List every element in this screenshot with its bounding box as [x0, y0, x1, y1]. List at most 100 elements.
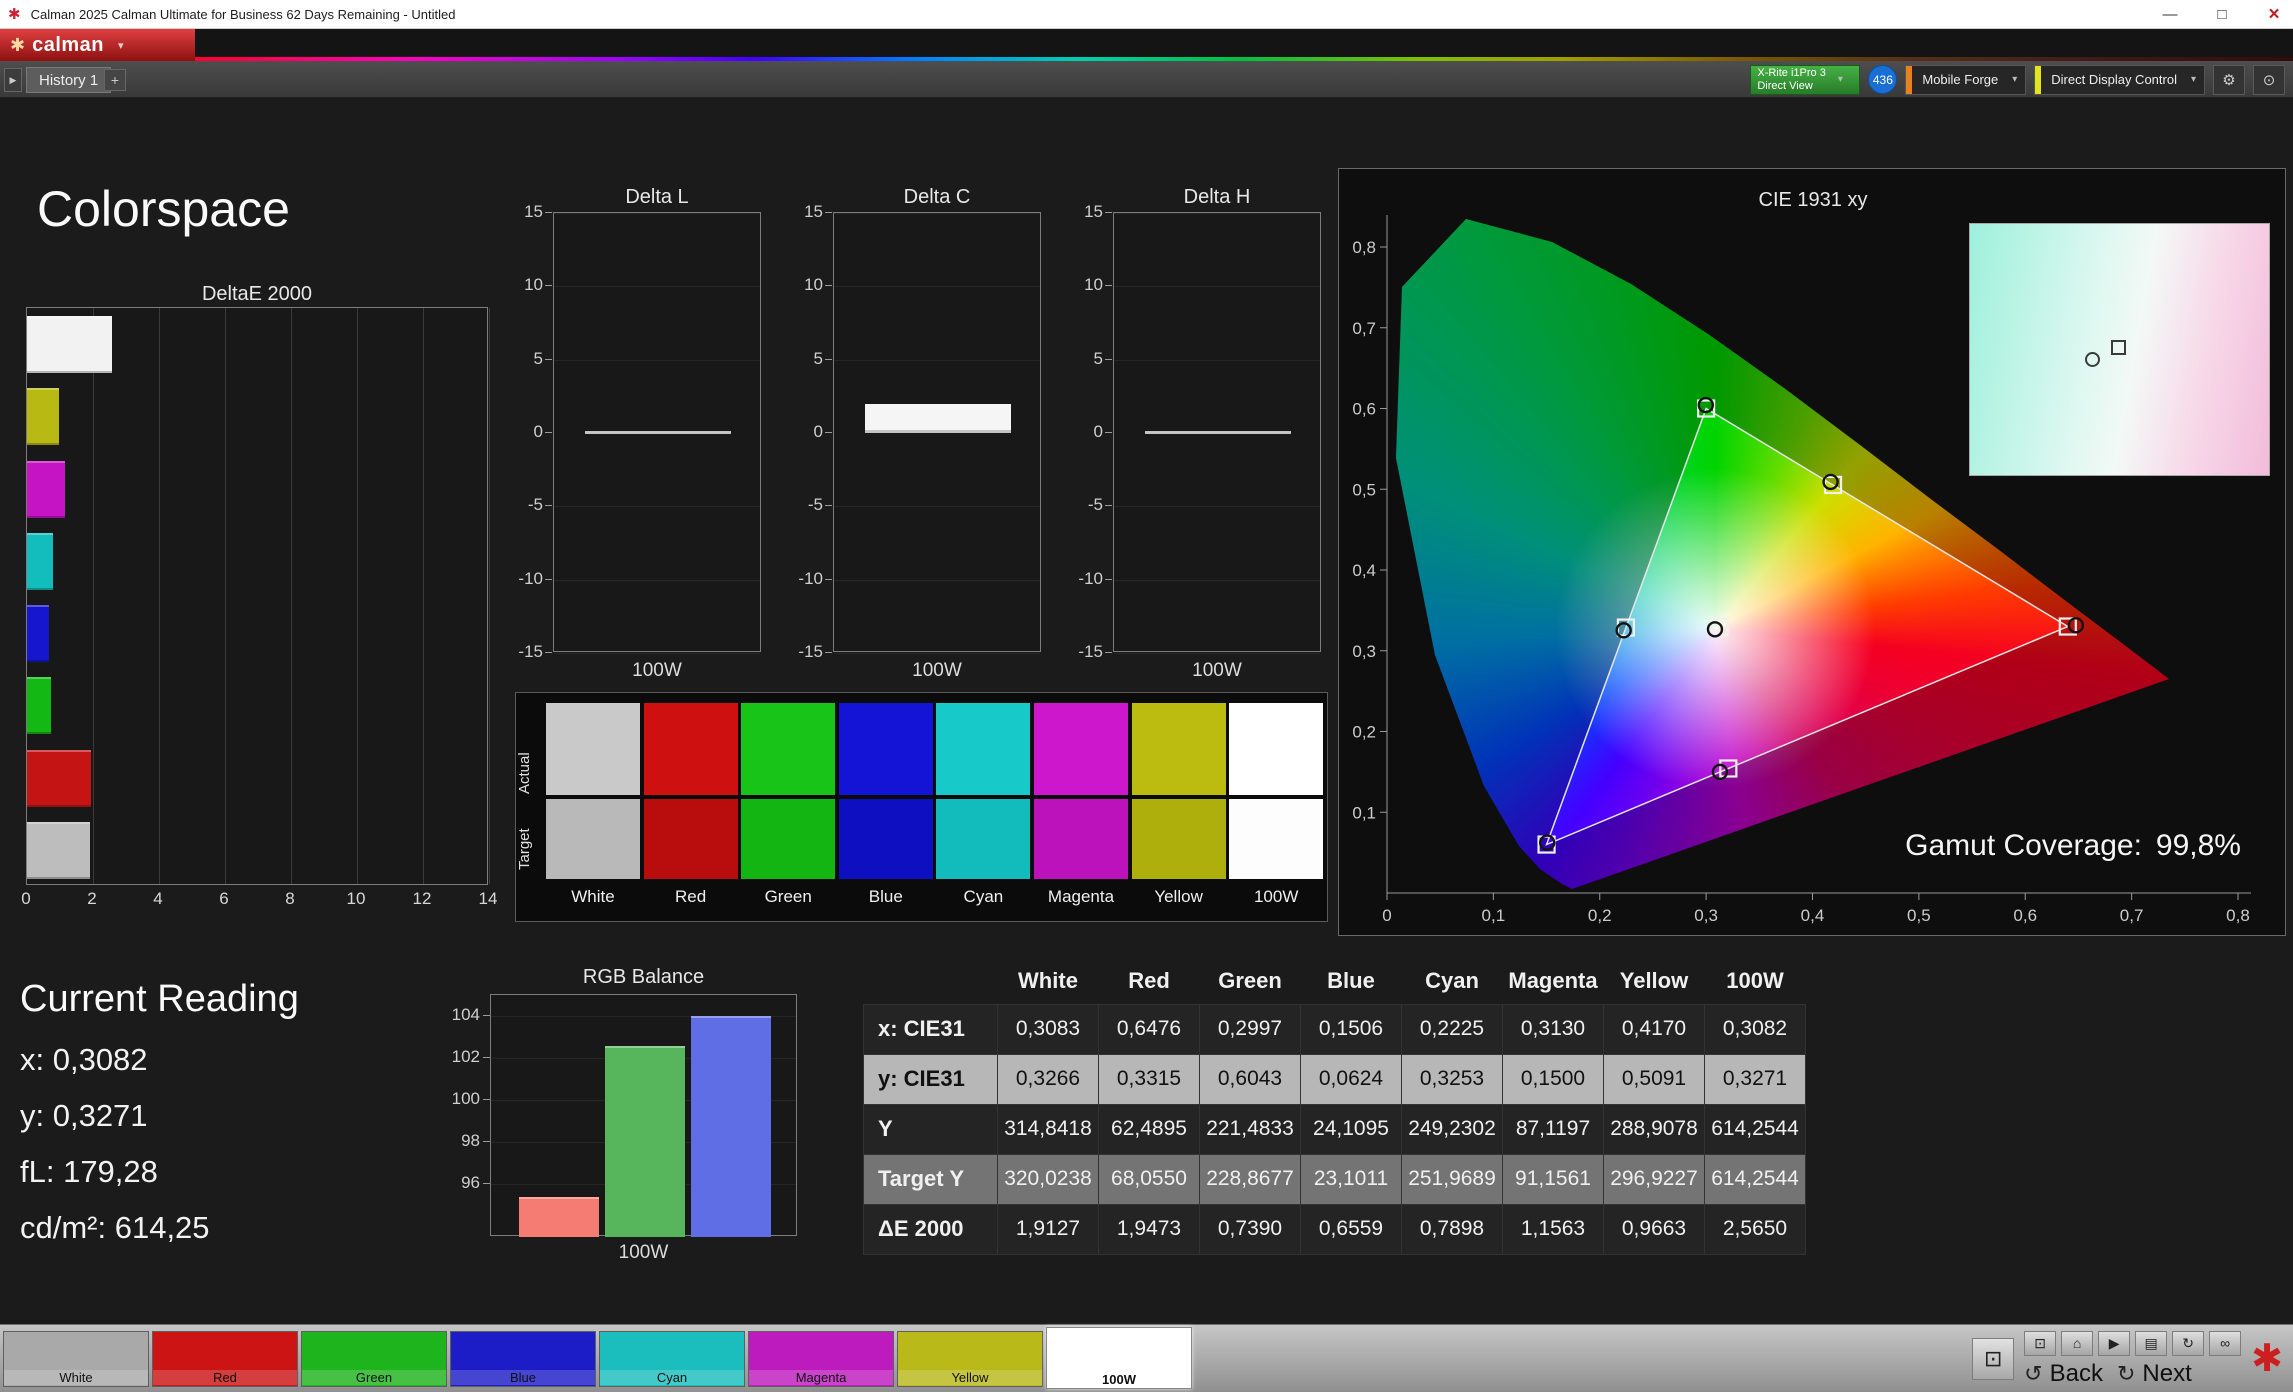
actual-patch-red [643, 703, 738, 795]
display-capture-icon[interactable]: ⊡ [2024, 1330, 2057, 1356]
maximize-button[interactable]: □ [2209, 6, 2235, 23]
gridline [225, 308, 226, 884]
link-icon[interactable]: ∞ [2209, 1330, 2242, 1356]
deltae-bar-red [27, 749, 92, 807]
next-arrow-icon: ↻ [2116, 1360, 2136, 1386]
current-reading-title: Current Reading [20, 978, 299, 1020]
source-select-button[interactable]: Mobile Forge ▾ [1905, 64, 2027, 95]
x-tick-label: 0 [21, 889, 31, 908]
deltae-bar-green [27, 677, 52, 735]
next-button[interactable]: ↻ Next [2117, 1360, 2192, 1388]
patch-button-100w[interactable]: 100W [1046, 1327, 1192, 1389]
history-nav-button[interactable]: ▶ [4, 68, 22, 92]
y-tick-label: 0 [1093, 422, 1103, 441]
table-cell: 0,7898 [1401, 1203, 1503, 1255]
table-cell: 0,6476 [1098, 1003, 1200, 1055]
status-badge[interactable]: 436 [1868, 65, 1898, 94]
navigation-cluster: ⊡ ⊡ ⌂ ▶ ▤ ↻ ∞ ↺ Back ↻ Next ✱ [1972, 1329, 2283, 1389]
table-row-label: Y [863, 1103, 998, 1155]
x-tick-label: 6 [219, 889, 229, 908]
y-tick-mark [545, 505, 552, 507]
y-tick-mark [545, 285, 552, 287]
chevron-down-icon: ▾ [1837, 74, 1843, 85]
patch-button-magenta[interactable]: Magenta [748, 1331, 894, 1387]
close-button[interactable]: × [2261, 4, 2287, 26]
display-control-button[interactable]: Direct Display Control ▾ [2034, 64, 2205, 95]
meter-line2: Direct View [1757, 79, 1813, 92]
reading-fl: fL: 179,28 [20, 1154, 158, 1189]
delta-h-plot [1113, 212, 1321, 654]
play-icon[interactable]: ▶ [2098, 1330, 2131, 1356]
patch-button-green[interactable]: Green [301, 1331, 447, 1387]
table-row-label: x: CIE31 [863, 1003, 998, 1055]
slides-icon[interactable]: ▤ [2135, 1330, 2168, 1356]
deltae-bar-yellow [27, 388, 59, 446]
deltae-bar-cyan [27, 532, 54, 590]
table-header-cell: Cyan [1425, 967, 1479, 993]
back-button[interactable]: ↺ Back [2024, 1360, 2103, 1388]
patch-button-blue[interactable]: Blue [450, 1331, 596, 1387]
table-cell: 251,9689 [1401, 1153, 1503, 1205]
y-tick-label: 10 [524, 275, 543, 295]
table-cell: 24,1095 [1300, 1103, 1402, 1155]
y-tick-mark [545, 652, 552, 653]
calman-window: ✱ Calman 2025 Calman Ultimate for Busine… [0, 0, 2293, 1392]
brand-bar: ✱ calman ▾ [0, 29, 2293, 61]
table-cell: 23,1011 [1300, 1153, 1402, 1205]
table-cell: 0,7390 [1199, 1203, 1301, 1255]
target-patch-green [741, 799, 836, 879]
session-options-icon[interactable]: ⊙ [2253, 64, 2285, 95]
table-cell: 0,3271 [1704, 1053, 1806, 1105]
gear-icon[interactable]: ⚙ [2213, 64, 2245, 95]
table-cell: 1,9473 [1098, 1203, 1200, 1255]
add-tab-button[interactable]: + [104, 69, 126, 91]
y-tick-label: 0,7 [1352, 319, 1376, 338]
table-row: Target Y 320,0238 68,0550 228,8677 23,1011 25… [863, 1153, 1806, 1205]
y-tick-label: 5 [813, 348, 823, 368]
delta-l-plot [553, 212, 761, 654]
y-tick-label: 0,4 [1352, 561, 1376, 580]
y-tick-mark [825, 358, 832, 360]
y-tick-label: 0,1 [1352, 803, 1376, 822]
table-cell: 0,1506 [1300, 1003, 1402, 1055]
y-tick-label: 100 [451, 1089, 480, 1109]
gridline [834, 506, 1040, 508]
y-tick-mark [825, 212, 832, 213]
patch-button-white[interactable]: White [3, 1331, 149, 1387]
whitepoint-zoom-inset [1969, 223, 2270, 476]
y-tick-label: -10 [798, 568, 823, 588]
rgb-balance-category: 100W [618, 1242, 669, 1263]
minimize-button[interactable]: — [2157, 6, 2183, 23]
home-icon[interactable]: ⌂ [2061, 1330, 2094, 1356]
gridline [554, 653, 760, 654]
rgb-bar-green [605, 1045, 685, 1237]
y-tick-label: 15 [1084, 202, 1103, 221]
table-row: Y 314,8418 62,4895 221,4833 24,1095 249,2302 8… [863, 1103, 1806, 1155]
deltae-bar-100w [27, 316, 112, 373]
actual-row-label: Actual [516, 752, 533, 794]
display-view-button[interactable]: ⊡ [1972, 1338, 2015, 1380]
target-row-label: Target [516, 828, 533, 870]
gridline [554, 286, 760, 288]
x-tick-label: 8 [285, 889, 295, 908]
patch-column-label: 100W [1253, 887, 1299, 906]
y-tick-mark [483, 1183, 490, 1185]
delta-l-title: Delta L [625, 186, 689, 208]
table-cell: 314,8418 [997, 1103, 1099, 1155]
table-row: y: CIE31 0,3266 0,3315 0,6043 0,0624 0,3253 0,… [863, 1053, 1806, 1105]
gridline [423, 308, 424, 884]
patch-button-cyan[interactable]: Cyan [599, 1331, 745, 1387]
tab-history-1[interactable]: History 1 [26, 67, 112, 93]
calman-menu-button[interactable]: ✱ calman ▾ [0, 29, 195, 61]
x-tick-label: 0,2 [1588, 906, 1612, 925]
gridline [554, 579, 760, 581]
table-cell: 1,9127 [997, 1203, 1099, 1255]
meter-select-button[interactable]: X-Rite i1Pro 3 Direct View ▾ [1750, 64, 1861, 95]
back-label: Back [2049, 1359, 2103, 1387]
refresh-icon[interactable]: ↻ [2172, 1330, 2205, 1356]
patch-button-yellow[interactable]: Yellow [897, 1331, 1043, 1387]
patch-button-label: Blue [451, 1370, 595, 1385]
app-icon: ✱ [8, 5, 21, 23]
target-patch-white [546, 799, 640, 879]
patch-button-red[interactable]: Red [152, 1331, 298, 1387]
